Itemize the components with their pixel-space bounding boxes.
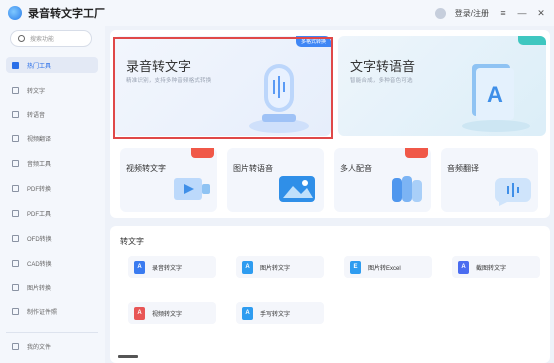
tool-image-to-text[interactable]: A 图片转文字 xyxy=(236,256,324,278)
sidebar-item-label: 热门工具 xyxy=(27,63,52,70)
pdf-icon xyxy=(12,184,19,192)
tool-label: 录音转文字 xyxy=(152,265,183,272)
tool-handwriting-to-text[interactable]: A 手写转文字 xyxy=(236,302,324,324)
tool-label: 图片转Excel xyxy=(368,265,401,272)
doc-a-icon: A xyxy=(242,306,253,320)
search-placeholder: 搜索功能 xyxy=(30,37,55,43)
tool-label: 图片转文字 xyxy=(260,265,291,272)
title-bar: 录音转文字工厂 登录/注册 ≡ — ✕ xyxy=(0,0,554,26)
sidebar-item-label: 视频翻译 xyxy=(27,136,52,143)
card-audio-to-text[interactable]: 录音转文字 精准识别，支持多种音频格式转换 多格式转换 xyxy=(114,36,331,136)
sidebar-item-hot-tools[interactable]: 热门工具 xyxy=(6,57,98,73)
speaker-icon xyxy=(12,110,19,118)
search-icon xyxy=(18,35,25,42)
image-icon xyxy=(12,283,19,291)
home-icon xyxy=(12,61,19,69)
sidebar-item-pdf-tools[interactable]: PDF工具 xyxy=(6,205,98,221)
document-a-icon: A xyxy=(462,64,530,132)
sidebar-item-to-speech[interactable]: 转语音 xyxy=(6,106,98,122)
doc-a-icon: A xyxy=(134,306,145,320)
ofd-icon xyxy=(12,234,19,242)
card-audio-translate[interactable]: 音频翻译 xyxy=(441,148,538,212)
doc-a-icon: A xyxy=(134,260,145,274)
sidebar-item-image-convert[interactable]: 图片转换 xyxy=(6,279,98,295)
sidebar-item-label: PDF转换 xyxy=(27,186,52,193)
sidebar-item-label: 音频工具 xyxy=(27,161,52,168)
doc-a-icon: A xyxy=(458,260,469,274)
sidebar-divider xyxy=(6,332,98,333)
login-link[interactable]: 登录/注册 xyxy=(455,8,489,19)
sidebar-item-label: CAD转换 xyxy=(27,261,52,268)
audio-icon xyxy=(12,159,19,167)
sidebar-item-id-photo[interactable]: 制作证件照 xyxy=(6,303,98,319)
doc-a-icon: A xyxy=(242,260,253,274)
sidebar-item-pdf-convert[interactable]: PDF转换 xyxy=(6,180,98,196)
section-title: 转文字 xyxy=(120,237,144,246)
card-multi-dubbing[interactable]: 多人配音 xyxy=(334,148,431,212)
tool-label: 截图转文字 xyxy=(476,265,507,272)
sidebar-item-my-files[interactable]: 我的文件 xyxy=(6,338,98,354)
tool-image-to-excel[interactable]: E 图片转Excel xyxy=(344,256,432,278)
sidebar-item-label: PDF工具 xyxy=(27,211,52,218)
hot-tools-panel: 录音转文字 精准识别，支持多种音频格式转换 多格式转换 文字转语音 智能合成，多… xyxy=(110,30,550,218)
sidebar-item-audio-tools[interactable]: 音频工具 xyxy=(6,155,98,171)
card-label: 音频翻译 xyxy=(447,164,479,173)
minimize-icon[interactable]: — xyxy=(517,8,527,18)
tool-label: 手写转文字 xyxy=(260,311,291,318)
translate-icon xyxy=(12,134,19,142)
card-label: 图片转语音 xyxy=(233,164,273,173)
card-video-to-text[interactable]: 视频转文字 xyxy=(120,148,217,212)
text-icon xyxy=(12,86,19,94)
sidebar-item-label: 制作证件照 xyxy=(27,309,58,316)
photo-id-icon xyxy=(12,307,19,315)
to-text-section: 转文字 A 录音转文字 A 图片转文字 E 图片转Excel A 截图转文字 A… xyxy=(110,226,550,363)
card-desc: 精准识别，支持多种音频格式转换 xyxy=(126,78,212,84)
tool-video-to-text[interactable]: A 视频转文字 xyxy=(128,302,216,324)
pdf-tool-icon xyxy=(12,209,19,217)
cad-icon xyxy=(12,259,19,267)
menu-icon[interactable]: ≡ xyxy=(498,8,508,18)
card-text-to-speech[interactable]: 文字转语音 智能合成，多种音色可选 A xyxy=(338,36,546,136)
sidebar: 搜索功能 热门工具 转文字 转语音 视频翻译 音频工具 PDF转换 PDF工具 … xyxy=(0,26,105,363)
dubbing-icon xyxy=(392,176,422,202)
hot-badge xyxy=(405,148,428,158)
card-badge xyxy=(518,36,546,45)
sidebar-item-to-text[interactable]: 转文字 xyxy=(6,82,98,98)
doc-e-icon: E xyxy=(350,260,361,274)
tool-screenshot-to-text[interactable]: A 截图转文字 xyxy=(452,256,540,278)
sidebar-item-ofd-convert[interactable]: OFD转换 xyxy=(6,230,98,246)
avatar[interactable] xyxy=(434,7,446,19)
sidebar-item-label: 我的文件 xyxy=(27,344,52,351)
card-badge: 多格式转换 xyxy=(295,36,331,47)
card-label: 视频转文字 xyxy=(126,164,166,173)
app-logo xyxy=(8,6,22,20)
image-icon xyxy=(279,176,315,202)
card-desc: 智能合成，多种音色可选 xyxy=(350,78,413,84)
sidebar-item-cad-convert[interactable]: CAD转换 xyxy=(6,255,98,271)
tool-label: 视频转文字 xyxy=(152,311,183,318)
sidebar-item-video-translate[interactable]: 视频翻译 xyxy=(6,130,98,146)
card-title: 录音转文字 xyxy=(126,59,192,74)
sidebar-item-label: 转语音 xyxy=(27,112,46,119)
hot-badge xyxy=(191,148,214,158)
sidebar-item-label: 图片转换 xyxy=(27,285,52,292)
sidebar-item-label: 转文字 xyxy=(27,88,46,95)
card-title: 文字转语音 xyxy=(350,59,416,74)
microphone-icon xyxy=(249,64,309,133)
app-title: 录音转文字工厂 xyxy=(28,8,105,20)
video-icon xyxy=(174,178,210,200)
search-input[interactable]: 搜索功能 xyxy=(10,30,92,47)
card-label: 多人配音 xyxy=(340,164,372,173)
speech-bubble-icon xyxy=(494,178,531,206)
close-icon[interactable]: ✕ xyxy=(536,8,546,18)
folder-icon xyxy=(12,342,19,350)
scroll-indicator xyxy=(118,355,138,358)
main-content: 录音转文字 精准识别，支持多种音频格式转换 多格式转换 文字转语音 智能合成，多… xyxy=(106,26,554,363)
tool-audio-to-text[interactable]: A 录音转文字 xyxy=(128,256,216,278)
svg-text:A: A xyxy=(487,82,503,107)
card-image-to-speech[interactable]: 图片转语音 xyxy=(227,148,324,212)
sidebar-item-label: OFD转换 xyxy=(27,236,52,243)
